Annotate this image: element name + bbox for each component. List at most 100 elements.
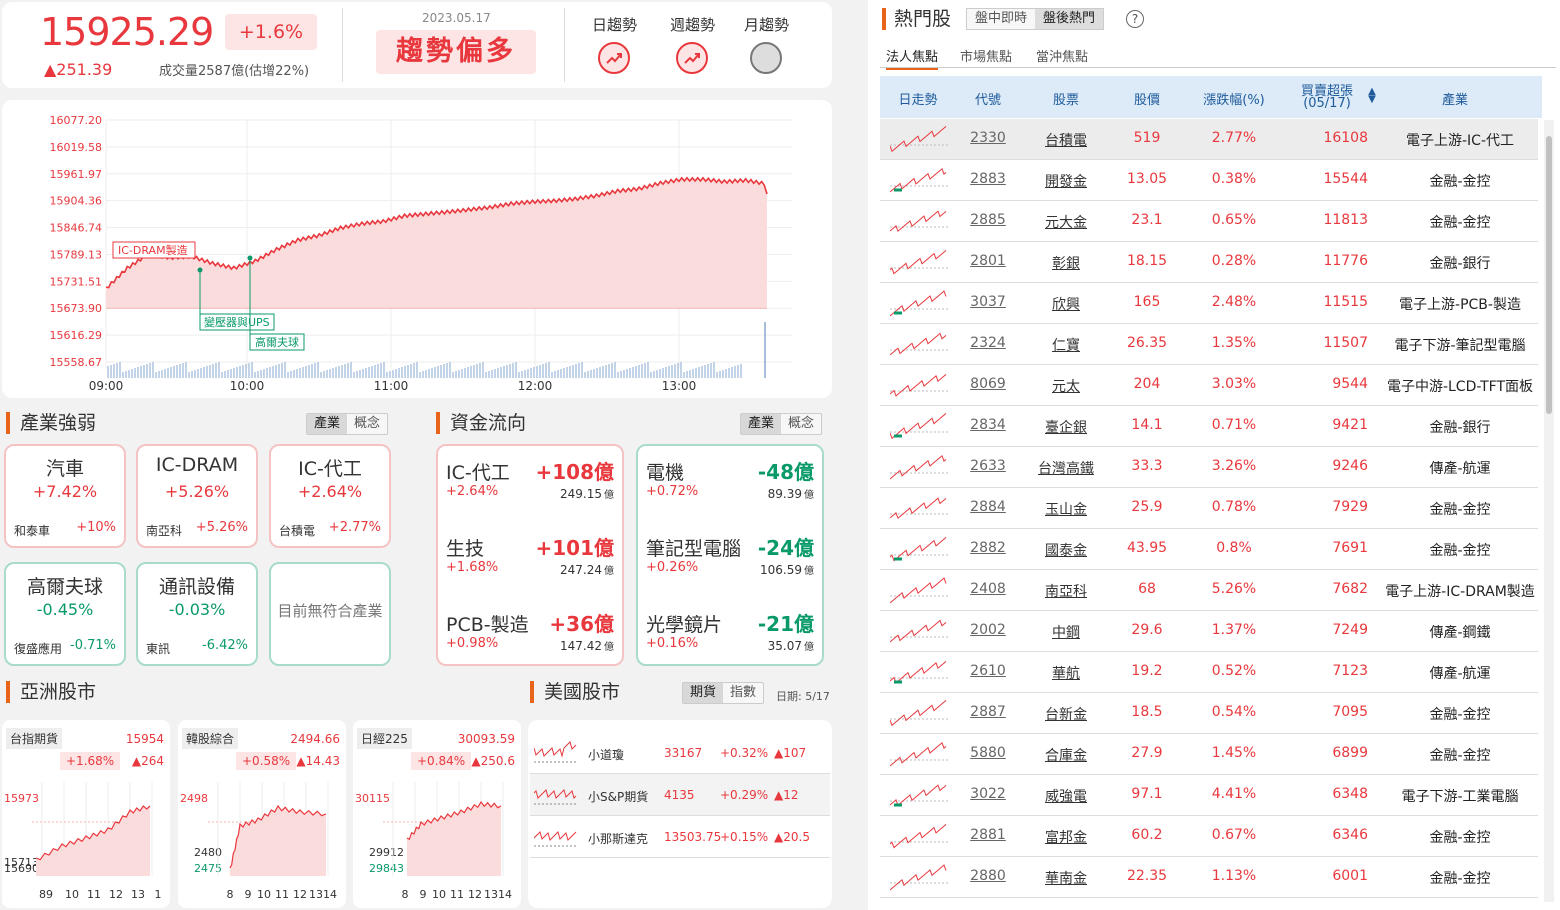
concept-tab[interactable]: 概念 [347,414,387,434]
stock-code[interactable]: 2883 [956,171,1020,187]
stock-pct: 0.52% [1211,663,1257,679]
stock-code[interactable]: 2834 [956,417,1020,433]
col-pct[interactable]: 漲跌幅(%) [1188,89,1280,108]
table-row[interactable]: 2408 南亞科 68 5.26% 7682 電子上游-IC-DRAM製造 [880,570,1538,611]
tab-market[interactable]: 市場焦點 [960,46,1012,65]
stock-name[interactable]: 合庫金 [1026,745,1106,765]
month-trend-icon[interactable] [750,42,782,74]
us-market-row[interactable]: 小S&P期貨 4135 +0.29% ▲12 [530,774,830,816]
industry-tab[interactable]: 產業 [307,414,348,434]
stock-code[interactable]: 2881 [956,827,1020,843]
annotation-dot [197,267,203,273]
stock-code[interactable]: 2887 [956,704,1020,720]
table-row[interactable]: 2883 開發金 13.05 0.38% 15544 金融-金控 [880,160,1538,201]
stock-code[interactable]: 3037 [956,294,1020,310]
stock-name[interactable]: 國泰金 [1026,540,1106,560]
table-row[interactable]: 2633 台灣高鐵 33.3 3.26% 9246 傳產-航運 [880,447,1538,488]
stock-name[interactable]: 玉山金 [1026,499,1106,519]
table-row[interactable]: 2880 華南金 22.35 1.13% 6001 金融-金控 [880,857,1538,898]
stock-name[interactable]: 南亞科 [1026,581,1106,601]
col-stock[interactable]: 股票 [1026,89,1106,108]
stock-code[interactable]: 2324 [956,335,1020,351]
stock-code[interactable]: 2801 [956,253,1020,269]
table-row[interactable]: 2610 華航 19.2 0.52% 7123 傳產-航運 [880,652,1538,693]
table-row[interactable]: 8069 元太 204 3.03% 9544 電子中游-LCD-TFT面板 [880,365,1538,406]
table-row[interactable]: 2887 台新金 18.5 0.54% 7095 金融-金控 [880,693,1538,734]
table-row[interactable]: 2801 彰銀 18.15 0.28% 11776 金融-銀行 [880,242,1538,283]
stock-code[interactable]: 2610 [956,663,1020,679]
stock-name[interactable]: 欣興 [1026,294,1106,314]
table-row[interactable]: 2882 國泰金 43.95 0.8% 7691 金融-金控 [880,529,1538,570]
stock-name[interactable]: 臺企銀 [1026,417,1106,437]
industry-box[interactable]: 高爾夫球 -0.45% 復盛應用 -0.71% [4,562,126,666]
stock-code[interactable]: 2002 [956,622,1020,638]
stock-code[interactable]: 3022 [956,786,1020,802]
industry-box[interactable]: 汽車 +7.42% 和泰車 +10% [4,444,126,548]
stock-name[interactable]: 台新金 [1026,704,1106,724]
fund-row[interactable]: IC-代工 +108億 +2.64% 249.15 億 [446,458,614,518]
asia-market-card[interactable]: 日經225 30093.59 +0.84% ▲250.6 30115 29912 29843… [353,720,521,908]
table-row[interactable]: 3022 威強電 97.1 4.41% 6348 電子下游-工業電腦 [880,775,1538,816]
scrollbar-thumb[interactable] [1546,136,1552,414]
stock-name[interactable]: 威強電 [1026,786,1106,806]
fund-row[interactable]: 光學鏡片 -21億 +0.16% 35.07 億 [646,610,814,670]
us-market-row[interactable]: 小道瓊 33167 +0.32% ▲107 [530,732,830,774]
help-icon[interactable]: ? [1126,10,1144,28]
stock-code[interactable]: 8069 [956,376,1020,392]
stock-name[interactable]: 元太 [1026,376,1106,396]
day-trend-icon[interactable] [598,42,630,74]
stock-name[interactable]: 華南金 [1026,868,1106,888]
stock-name[interactable]: 仁寶 [1026,335,1106,355]
stock-name[interactable]: 台積電 [1026,130,1106,150]
stock-code[interactable]: 2885 [956,212,1020,228]
stock-name[interactable]: 開發金 [1026,171,1106,191]
stock-code[interactable]: 2633 [956,458,1020,474]
after-hours-tab[interactable]: 盤後熱門 [1035,9,1104,29]
week-trend-icon[interactable] [676,42,708,74]
stock-name[interactable]: 台灣高鐵 [1026,458,1106,478]
stock-code[interactable]: 2880 [956,868,1020,884]
fund-row[interactable]: PCB-製造 +36億 +0.98% 147.42 億 [446,610,614,670]
table-row[interactable]: 5880 合庫金 27.9 1.45% 6899 金融-金控 [880,734,1538,775]
table-row[interactable]: 2884 玉山金 25.9 0.78% 7929 金融-金控 [880,488,1538,529]
table-row[interactable]: 3037 欣興 165 2.48% 11515 電子上游-PCB-製造 [880,283,1538,324]
index-tab[interactable]: 指數 [723,683,763,703]
stock-code[interactable]: 2330 [956,130,1020,146]
stock-name[interactable]: 元大金 [1026,212,1106,232]
stock-code[interactable]: 5880 [956,745,1020,761]
futures-tab[interactable]: 期貨 [683,683,724,703]
fund-row[interactable]: 生技 +101億 +1.68% 247.24 億 [446,534,614,594]
stock-code[interactable]: 2884 [956,499,1020,515]
us-market-row[interactable]: 小那斯達克 13503.75 +0.15% ▲20.5 [530,816,830,858]
table-row[interactable]: 2834 臺企銀 14.1 0.71% 9421 金融-銀行 [880,406,1538,447]
asia-market-card[interactable]: 韓股綜合 2494.66 +0.58% ▲14.43 2498 2480 2475 8 9 10 1… [178,720,346,908]
industry-box[interactable]: IC-DRAM +5.26% 南亞科 +5.26% [136,444,258,548]
table-row[interactable]: 2324 仁寶 26.35 1.35% 11507 電子下游-筆記型電腦 [880,324,1538,365]
stock-name[interactable]: 富邦金 [1026,827,1106,847]
stock-name[interactable]: 華航 [1026,663,1106,683]
stock-code[interactable]: 2408 [956,581,1020,597]
asia-market-card[interactable]: 台指期貨 15954 +1.68% ▲264 15973 15713 15690 89 10 11… [2,720,170,908]
stock-name[interactable]: 中鋼 [1026,622,1106,642]
industry-box[interactable]: 通訊設備 -0.03% 東訊 -6.42% [136,562,258,666]
table-row[interactable]: 2881 富邦金 60.2 0.67% 6346 金融-金控 [880,816,1538,857]
fund-name: 電機 [646,462,685,484]
fund-row[interactable]: 筆記型電腦 -24億 +0.26% 106.59 億 [646,534,814,594]
fund-row[interactable]: 電機 -48億 +0.72% 89.39 億 [646,458,814,518]
col-code[interactable]: 代號 [956,89,1020,108]
intraday-tab[interactable]: 盤中即時 [967,9,1035,29]
sort-icon[interactable]: ▲ ▼ [1366,87,1378,105]
fund-concept-tab[interactable]: 概念 [781,414,821,434]
tab-institutional[interactable]: 法人焦點 [886,46,939,70]
stock-code[interactable]: 2882 [956,540,1020,556]
table-row[interactable]: 2002 中鋼 29.6 1.37% 7249 傳產-鋼鐵 [880,611,1538,652]
fund-pct: +2.64% [446,484,499,499]
fund-industry-tab[interactable]: 產業 [741,414,782,434]
index-pct-badge: +1.6% [225,14,317,50]
tab-daytrade[interactable]: 當沖焦點 [1036,46,1088,65]
industry-box[interactable]: IC-代工 +2.64% 台積電 +2.77% [269,444,391,548]
table-row[interactable]: 2885 元大金 23.1 0.65% 11813 金融-金控 [880,201,1538,242]
table-row[interactable]: 2330 台積電 519 2.77% 16108 電子上游-IC-代工 [880,119,1538,160]
col-price[interactable]: 股價 [1106,89,1188,108]
stock-name[interactable]: 彰銀 [1026,253,1106,273]
